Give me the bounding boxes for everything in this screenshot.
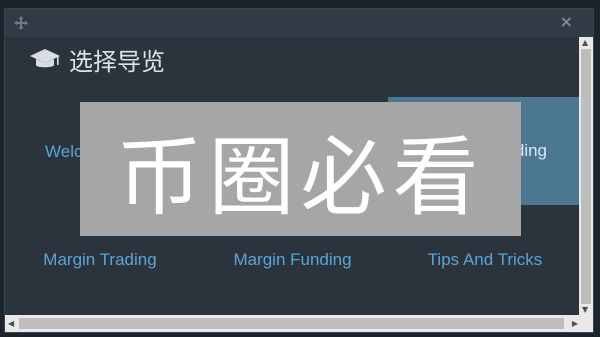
graduation-cap-icon bbox=[30, 49, 60, 68]
dialog-header: 选择导览 bbox=[29, 43, 165, 76]
menu-item-margin-trading[interactable]: Margin Trading bbox=[25, 245, 175, 275]
menu-item-margin-funding[interactable]: Margin Funding bbox=[215, 245, 370, 275]
scroll-right-icon[interactable]: ▶ bbox=[572, 319, 578, 328]
dialog-title: 选择导览 bbox=[69, 47, 165, 76]
scroll-up-icon[interactable]: ▲ bbox=[582, 38, 588, 47]
scroll-left-icon[interactable]: ◀ bbox=[8, 319, 14, 328]
watermark-overlay: 币圈必看 bbox=[80, 102, 521, 236]
vertical-scrollbar-thumb[interactable] bbox=[581, 49, 591, 304]
close-icon[interactable]: × bbox=[560, 12, 573, 31]
vertical-scrollbar[interactable]: ▲ ▼ bbox=[579, 37, 593, 315]
menu-item-label: Welc bbox=[45, 141, 83, 161]
horizontal-scrollbar[interactable]: ◀ ▶ bbox=[5, 315, 581, 332]
scrollbar-corner bbox=[579, 315, 593, 332]
horizontal-scrollbar-thumb[interactable] bbox=[19, 318, 564, 329]
dialog-titlebar[interactable]: × bbox=[5, 9, 593, 37]
menu-item-label: Margin Trading bbox=[43, 250, 157, 269]
menu-item-label: Margin Funding bbox=[233, 250, 352, 269]
move-icon[interactable] bbox=[13, 15, 29, 31]
menu-item-tips-and-tricks[interactable]: Tips And Tricks bbox=[410, 245, 560, 275]
scroll-down-icon[interactable]: ▼ bbox=[582, 305, 588, 314]
menu-item-label: Tips And Tricks bbox=[427, 250, 543, 269]
